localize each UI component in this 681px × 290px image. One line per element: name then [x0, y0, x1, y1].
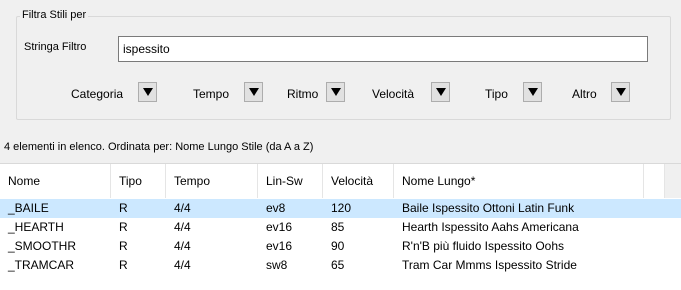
cell-nome-lungo: Tram Car Mmms Ispessito Stride — [402, 258, 577, 272]
list-header: Nome Tipo Tempo Lin-Sw Velocità Nome Lun… — [0, 164, 681, 198]
cell-tempo: 4/4 — [174, 258, 191, 272]
cell-nome-lungo: Hearth Ispessito Aahs Americana — [402, 220, 579, 234]
category-label-categoria: Categoria — [71, 87, 124, 101]
category-dropdown-ritmo[interactable] — [326, 82, 345, 102]
category-label-altro: Altro — [572, 87, 597, 101]
cell-velocita: 85 — [331, 220, 345, 234]
cell-tipo: R — [119, 201, 128, 215]
cell-nome-lungo: R'n'B più fluido Ispessito Oohs — [402, 239, 564, 253]
category-dropdown-categoria[interactable] — [138, 82, 157, 102]
cell-nome: _SMOOTHR — [8, 239, 77, 253]
cell-tipo: R — [119, 220, 128, 234]
cell-lin-sw: ev16 — [266, 220, 293, 234]
category-label-tempo: Tempo — [193, 87, 230, 101]
table-row[interactable]: _TRAMCAR R 4/4 sw8 65 Tram Car Mmms Ispe… — [0, 256, 681, 275]
cell-tempo: 4/4 — [174, 239, 191, 253]
filter-groupbox — [16, 16, 671, 120]
table-row[interactable]: _HEARTH R 4/4 ev16 85 Hearth Ispessito A… — [0, 218, 681, 237]
cell-tempo: 4/4 — [174, 220, 191, 234]
table-row[interactable]: _SMOOTHR R 4/4 ev16 90 R'n'B più fluido … — [0, 237, 681, 256]
filter-string-input[interactable] — [118, 36, 648, 62]
cell-tipo: R — [119, 258, 128, 272]
cell-tempo: 4/4 — [174, 201, 191, 215]
dropdown-arrow-icon — [142, 88, 153, 96]
cell-tipo: R — [119, 239, 128, 253]
cell-velocita: 65 — [331, 258, 345, 272]
category-dropdown-altro[interactable] — [611, 82, 630, 102]
cell-lin-sw: ev16 — [266, 239, 293, 253]
category-dropdown-tempo[interactable] — [244, 82, 263, 102]
dropdown-arrow-icon — [435, 88, 446, 96]
category-dropdown-tipo[interactable] — [523, 82, 542, 102]
category-dropdown-velocita[interactable] — [431, 82, 450, 102]
column-header-tempo[interactable]: Tempo — [166, 164, 258, 198]
table-row[interactable]: _BAILE R 4/4 ev8 120 Baile Ispessito Ott… — [0, 199, 681, 218]
column-header-nome[interactable]: Nome — [0, 164, 111, 198]
filter-group-legend: Filtra Stili per — [20, 8, 89, 22]
cell-nome: _TRAMCAR — [8, 258, 75, 272]
styles-list[interactable]: Nome Tipo Tempo Lin-Sw Velocità Nome Lun… — [0, 163, 681, 290]
header-scrollbar-cap — [664, 164, 681, 198]
filter-string-label: Stringa Filtro — [24, 41, 87, 53]
column-header-lin-sw[interactable]: Lin-Sw — [258, 164, 323, 198]
category-label-ritmo: Ritmo — [287, 87, 319, 101]
column-header-velocita[interactable]: Velocità — [323, 164, 394, 198]
dropdown-arrow-icon — [248, 88, 259, 96]
column-header-tipo[interactable]: Tipo — [111, 164, 166, 198]
cell-lin-sw: ev8 — [266, 201, 286, 215]
cell-nome-lungo: Baile Ispessito Ottoni Latin Funk — [402, 201, 575, 215]
cell-nome: _BAILE — [8, 201, 49, 215]
category-label-velocita: Velocità — [372, 87, 415, 101]
dropdown-arrow-icon — [330, 88, 341, 96]
category-label-tipo: Tipo — [485, 87, 508, 101]
list-summary-text: 4 elementi in elenco. Ordinata per: Nome… — [4, 141, 314, 153]
column-header-nome-lungo[interactable]: Nome Lungo* — [394, 164, 644, 198]
cell-nome: _HEARTH — [8, 220, 64, 234]
dropdown-arrow-icon — [615, 88, 626, 96]
dropdown-arrow-icon — [527, 88, 538, 96]
cell-velocita: 90 — [331, 239, 345, 253]
cell-lin-sw: sw8 — [266, 258, 288, 272]
cell-velocita: 120 — [331, 201, 352, 215]
